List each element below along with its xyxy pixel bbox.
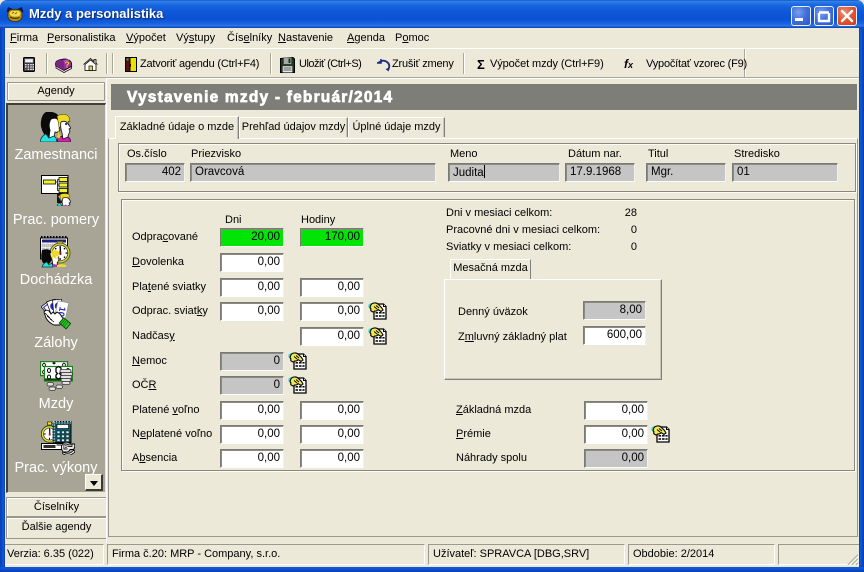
svg-text:B: B [64,445,68,451]
svg-text:?: ? [65,60,70,70]
